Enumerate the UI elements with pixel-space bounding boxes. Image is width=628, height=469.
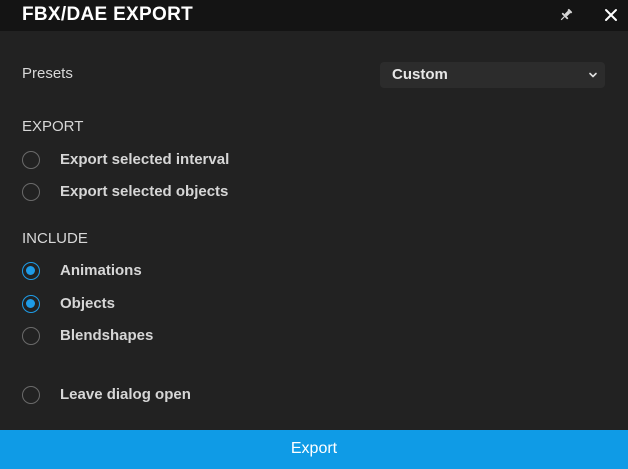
chevron-down-icon [589, 72, 597, 78]
radio-label: Leave dialog open [60, 386, 191, 403]
radio-button[interactable] [22, 151, 40, 169]
radio-button[interactable] [22, 295, 40, 313]
presets-dropdown[interactable]: Custom [380, 62, 605, 88]
radio-button[interactable] [22, 183, 40, 201]
radio-label: Export selected interval [60, 151, 230, 168]
radio-animations[interactable]: Animations [22, 260, 142, 282]
radio-label: Objects [60, 295, 116, 312]
radio-export-selected-objects[interactable]: Export selected objects [22, 181, 228, 203]
dialog-body [0, 31, 628, 430]
radio-export-selected-interval[interactable]: Export selected interval [22, 149, 229, 171]
close-icon[interactable] [603, 7, 619, 23]
export-section-heading: EXPORT [22, 118, 84, 135]
radio-button[interactable] [22, 386, 40, 404]
radio-button[interactable] [22, 327, 40, 345]
dialog-title: FBX/DAE EXPORT [22, 4, 193, 25]
radio-button[interactable] [22, 262, 40, 280]
presets-selected-value: Custom [392, 66, 448, 83]
export-button[interactable]: Export [0, 430, 628, 469]
title-bar: FBX/DAE EXPORT [0, 0, 628, 31]
pin-icon[interactable] [558, 7, 574, 23]
presets-label: Presets [22, 65, 73, 82]
radio-label: Export selected objects [60, 183, 229, 200]
radio-objects[interactable]: Objects [22, 293, 115, 315]
export-button-label: Export [290, 440, 338, 457]
radio-leave-dialog-open[interactable]: Leave dialog open [22, 384, 191, 406]
radio-blendshapes[interactable]: Blendshapes [22, 325, 153, 347]
radio-label: Animations [60, 262, 142, 279]
radio-label: Blendshapes [60, 327, 154, 344]
include-section-heading: INCLUDE [22, 230, 88, 247]
